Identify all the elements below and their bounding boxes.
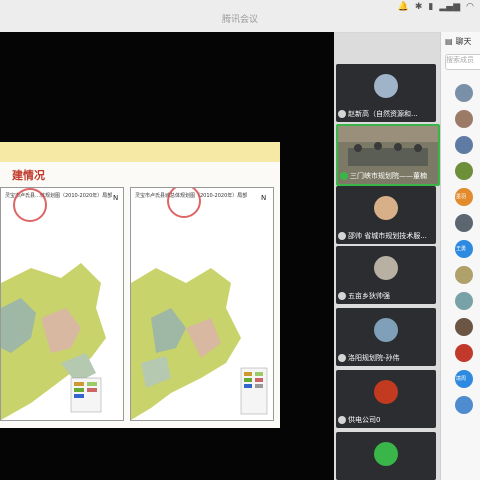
participant-name-row: 赵新高（自然资源和... [338, 108, 434, 120]
avatar [374, 318, 398, 342]
map-right-drawing [131, 268, 268, 420]
participant-name: 供电公司0 [348, 416, 381, 424]
chat-member-avatar[interactable] [455, 136, 473, 154]
chat-header: ▤ 聊天 [445, 36, 472, 47]
chat-member-avatar[interactable] [455, 84, 473, 102]
chat-icon: ▤ [445, 37, 453, 46]
chat-member-avatar[interactable] [455, 214, 473, 232]
presentation-slide: 建情况 灵宝市卢氏县…体规划图（2010-2020年）局部 N 灵宝市卢氏县城总… [0, 142, 280, 428]
mic-icon [338, 292, 346, 300]
bell-icon: 🔔 [397, 2, 409, 12]
chat-member-avatar[interactable] [455, 266, 473, 284]
chat-member-avatar[interactable] [455, 162, 473, 180]
participant-tile-active[interactable]: 三门峡市规划院——董楠 [336, 124, 440, 186]
participant-name-row: 五亩乡狄帅强 [338, 290, 434, 302]
participant-name-row: 洛阳规划院-孙伟 [338, 352, 434, 364]
signal-icon: ▂▄▆ [439, 2, 461, 12]
participant-name: 五亩乡狄帅强 [348, 292, 390, 300]
vibrate-icon: ▮ [428, 2, 434, 12]
participant-tile[interactable]: 供电公司0 [336, 370, 436, 428]
chat-member-avatar[interactable]: 境周 [455, 370, 473, 388]
avatar [374, 74, 398, 98]
wifi-icon: ◠ [466, 2, 474, 12]
window-titlebar: 腾讯会议 🔔 ✱ ▮ ▂▄▆ ◠ [0, 0, 480, 33]
participant-name: 洛阳规划院-孙伟 [348, 354, 400, 362]
avatar [374, 196, 398, 220]
window-title: 腾讯会议 [221, 15, 258, 25]
map-left: 灵宝市卢氏县…体规划图（2010-2020年）局部 N [0, 187, 124, 421]
slide-header-bar [0, 142, 280, 162]
status-icons: 🔔 ✱ ▮ ▂▄▆ ◠ [398, 2, 474, 12]
mic-icon [338, 354, 346, 362]
map-left-drawing [1, 263, 106, 420]
chat-member-initials: 墨羽 [456, 194, 467, 200]
participant-name-row: 三门峡市规划院——董楠 [340, 170, 436, 182]
participant-tile[interactable] [336, 432, 436, 480]
shared-screen: 建情况 灵宝市卢氏县…体规划图（2010-2020年）局部 N 灵宝市卢氏县城总… [0, 32, 334, 480]
chat-title: 聊天 [455, 37, 472, 46]
member-search-input[interactable]: 搜索成员 [445, 54, 480, 70]
avatar [374, 442, 398, 466]
map-right: 灵宝市卢氏县城总体规划图（2010-2020年）局部 N [130, 187, 274, 421]
bluetooth-icon: ✱ [414, 2, 423, 12]
chat-member-avatar[interactable] [455, 292, 473, 310]
chat-member-avatar[interactable]: 王勇 [455, 240, 473, 258]
participant-name: 邵帅 省城市规划技术服... [348, 232, 427, 240]
chat-member-initials: 王勇 [456, 246, 467, 252]
participant-tile[interactable]: 邵帅 省城市规划技术服... [336, 186, 436, 244]
chat-member-avatar[interactable] [455, 344, 473, 362]
mic-icon [338, 416, 346, 424]
participant-name: 三门峡市规划院——董楠 [350, 172, 427, 180]
participant-tile[interactable]: 赵新高（自然资源和... [336, 64, 436, 122]
participant-name-row: 邵帅 省城市规划技术服... [338, 230, 434, 242]
chat-member-initials: 境周 [456, 376, 467, 382]
chat-member-avatar[interactable] [455, 110, 473, 128]
participant-name-row: 供电公司0 [338, 414, 434, 426]
mic-icon [338, 232, 346, 240]
slide-title: 建情况 [12, 169, 45, 182]
mic-icon [340, 172, 348, 180]
avatar [374, 256, 398, 280]
chat-member-avatar[interactable] [455, 318, 473, 336]
chat-member-avatar[interactable]: 墨羽 [455, 188, 473, 206]
participant-name: 赵新高（自然资源和... [348, 110, 418, 118]
mic-icon [338, 110, 346, 118]
chat-member-avatar[interactable] [455, 396, 473, 414]
avatar [374, 380, 398, 404]
chat-panel: ▤ 聊天 搜索成员 墨羽王勇境周 [440, 32, 480, 480]
participant-tile[interactable]: 五亩乡狄帅强 [336, 246, 436, 304]
participant-tile[interactable]: 洛阳规划院-孙伟 [336, 308, 436, 366]
